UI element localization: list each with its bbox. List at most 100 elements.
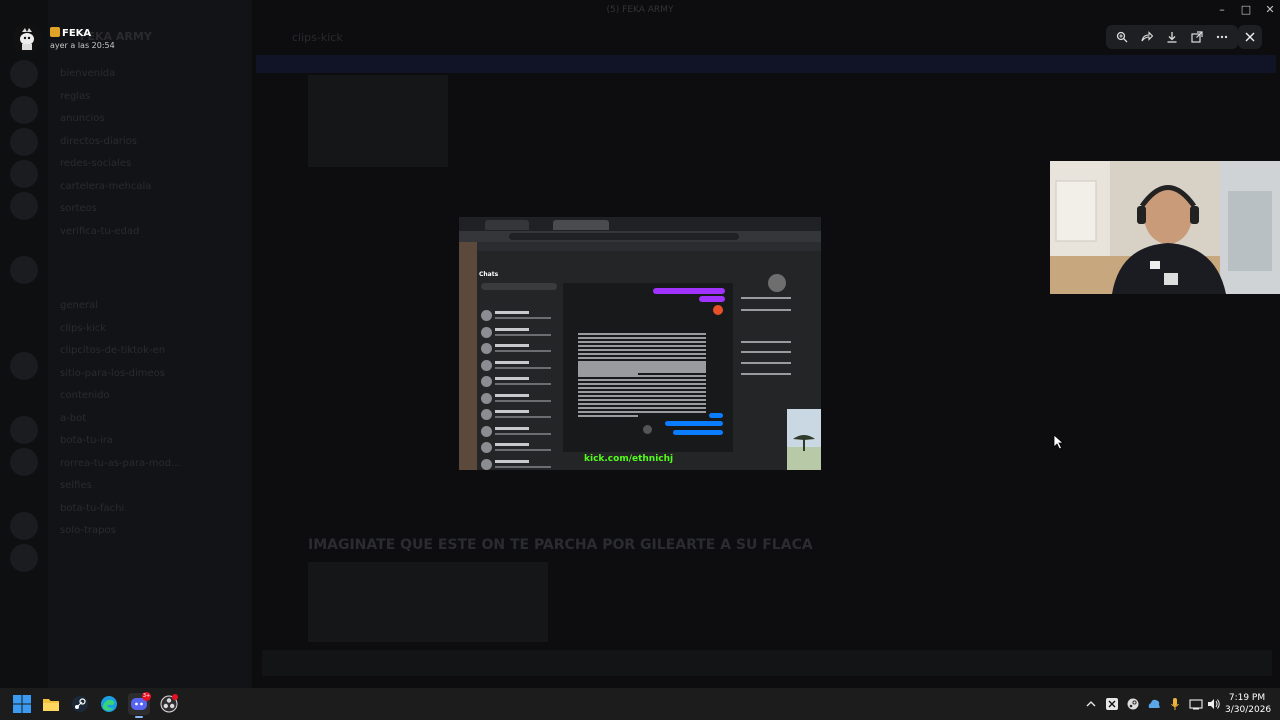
chat-preview-line [495, 383, 551, 385]
network-tray-button[interactable] [1147, 697, 1161, 711]
steam-button[interactable] [69, 693, 91, 715]
info-text-line [741, 373, 791, 375]
steam-icon [72, 696, 88, 712]
channel-item: general [60, 300, 99, 311]
file-explorer-button[interactable] [40, 693, 62, 715]
chat-avatar [481, 425, 492, 437]
channel-item: cartelera-mehcala [60, 180, 152, 192]
clock-time: 7:19 PM [1228, 693, 1266, 703]
steam-tray-icon [1127, 698, 1139, 710]
chat-avatar [481, 458, 492, 470]
timestamp: ayer a las 20:54 [50, 41, 115, 50]
zoom-button[interactable] [1113, 28, 1131, 46]
bookmarks-bar [459, 242, 821, 251]
windows-start-icon [13, 695, 31, 713]
author-name-text: FEKA [62, 28, 92, 39]
chat-name-line [495, 459, 529, 463]
channel-item: rorrea-tu-as-para-mod... [60, 457, 181, 469]
message-text-line [578, 383, 706, 385]
minimize-button[interactable]: – [1212, 3, 1232, 17]
discord-notification-badge: 3+ [142, 692, 151, 701]
server-icon [10, 192, 38, 220]
chat-preview-line [495, 432, 551, 435]
close-viewer-button[interactable] [1238, 25, 1262, 49]
steam-tray-button[interactable] [1126, 697, 1140, 711]
play-icon [643, 425, 652, 434]
info-text-line [741, 309, 791, 311]
channel-item: selfies [60, 480, 92, 491]
messenger-search [481, 283, 557, 290]
author-name[interactable]: FEKA [50, 27, 115, 40]
chats-title: Chats [479, 271, 499, 278]
message-bubble [709, 413, 723, 418]
chat-name-line [495, 311, 529, 314]
message-text-line [578, 399, 706, 401]
facebook-navbar [477, 251, 821, 267]
message-text-line [578, 387, 706, 389]
avatar[interactable] [12, 24, 42, 54]
chat-avatar [481, 359, 492, 371]
download-button[interactable] [1163, 28, 1181, 46]
open-in-browser-button[interactable] [1188, 28, 1206, 46]
forward-button[interactable] [1138, 28, 1156, 46]
open-external-icon [1191, 31, 1203, 43]
channel-item: clips-kick [60, 322, 107, 334]
edge-icon [101, 696, 117, 712]
embedded-video [308, 562, 548, 642]
channel-item: bota-tu-fachi [60, 502, 125, 514]
chat-preview-line [495, 366, 551, 369]
microphone-tray-button[interactable] [1168, 697, 1182, 711]
conversation-header [563, 267, 733, 283]
webcam-overlay [1050, 161, 1280, 294]
channel-item: a-bot [60, 412, 87, 424]
info-text-line [741, 351, 791, 353]
message-text-line [578, 333, 706, 335]
edge-button[interactable] [98, 693, 120, 715]
more-icon [1216, 35, 1227, 39]
tray-app-button[interactable] [1105, 697, 1119, 711]
info-text-line [741, 362, 791, 364]
browser-tab [485, 220, 529, 230]
chat-avatar [481, 376, 492, 387]
chat-list-item [481, 425, 557, 439]
chat-preview-line [495, 465, 551, 468]
system-clock[interactable]: 7:19 PM 3/30/2026 [1225, 692, 1271, 716]
message-text-line [578, 379, 706, 381]
chat-list-item [481, 408, 557, 422]
wifi-tray-button[interactable] [1189, 697, 1203, 711]
channel-item: redes-sociales [60, 158, 132, 169]
volume-tray-button[interactable] [1207, 697, 1221, 711]
chat-list-item [481, 392, 557, 406]
window-title: (5) FEKA ARMY [606, 5, 674, 15]
message-text-line [578, 345, 706, 347]
file-explorer-icon [43, 699, 59, 711]
chat-list-item [481, 309, 557, 323]
chat-avatar [481, 409, 492, 420]
chat-preview-line [495, 416, 551, 418]
message-bubble [665, 421, 723, 426]
channel-item: bota-tu-ira [60, 435, 114, 446]
chat-name-line [495, 426, 529, 430]
more-options-button[interactable] [1213, 28, 1231, 46]
server-icon [10, 256, 38, 284]
stream-overlay-strip [459, 242, 477, 470]
chat-preview-line [495, 333, 551, 336]
channel-item: sorteos [60, 203, 97, 214]
attached-image[interactable]: Chats kick.com/ethnichj [459, 217, 821, 470]
chat-avatar [481, 326, 492, 338]
maximize-button[interactable]: □ [1236, 3, 1256, 17]
close-window-button[interactable]: ✕ [1260, 3, 1280, 17]
chat-name-line [495, 393, 529, 397]
message-text-line [578, 375, 706, 377]
server-icon [10, 60, 38, 88]
obs-notification-badge [172, 694, 178, 700]
start-button[interactable] [11, 693, 33, 715]
channel-item: clipcitos-de-tiktok-en [60, 345, 166, 356]
active-app-indicator [135, 716, 143, 718]
chat-avatar [481, 343, 492, 354]
close-icon [1245, 32, 1255, 42]
tray-app-icon [1106, 698, 1118, 710]
show-hidden-icons-button[interactable] [1084, 697, 1098, 711]
viewer-toolbar [1106, 25, 1238, 49]
embedded-image [308, 75, 448, 167]
